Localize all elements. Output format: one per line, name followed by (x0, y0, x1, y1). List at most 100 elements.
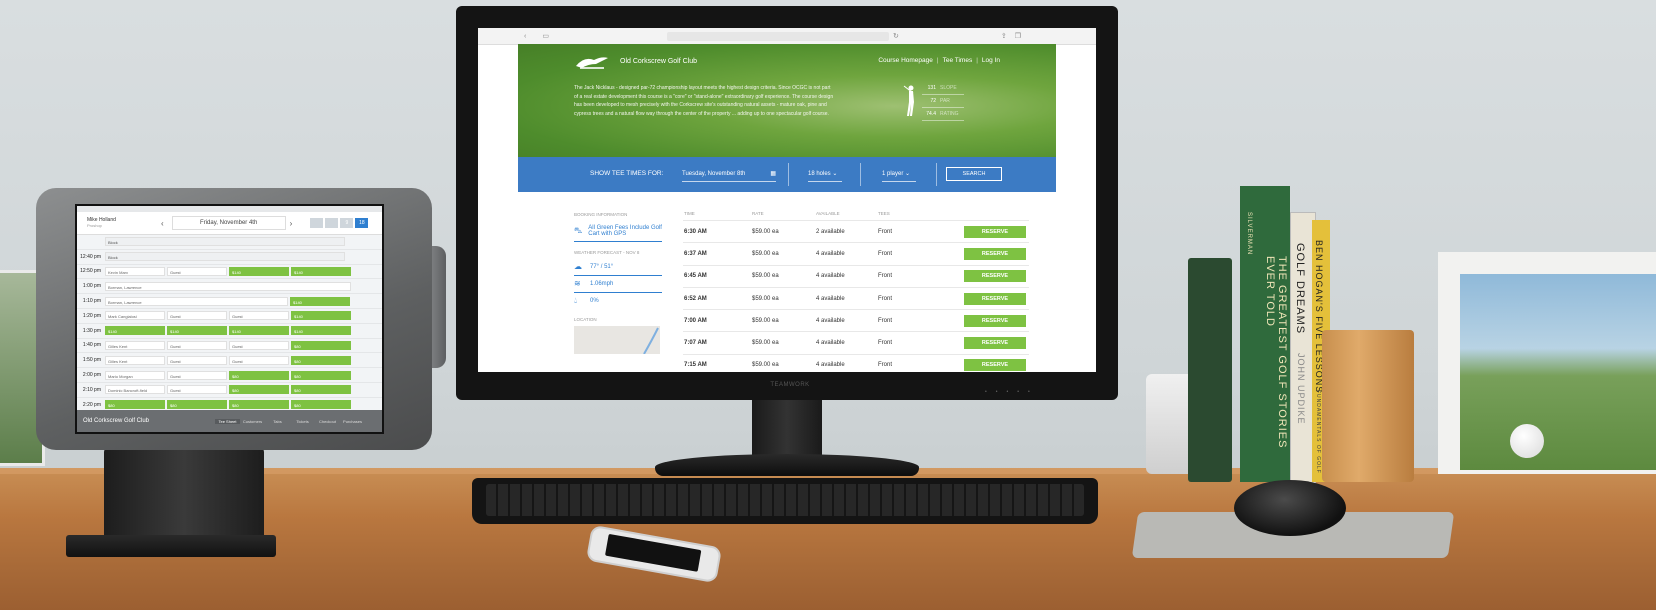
seg-1[interactable] (310, 218, 324, 228)
cell-time: 7:15 AM (683, 353, 751, 372)
reserve-button[interactable]: RESERVE (964, 225, 1026, 238)
tab-tickets[interactable]: Tickets (290, 419, 315, 424)
tabs-icon[interactable]: ❐ (1015, 32, 1021, 40)
tab-purchases[interactable]: Purchases (340, 419, 365, 424)
tab-tabs[interactable]: Tabs (265, 419, 290, 424)
divider (860, 163, 861, 186)
prev-day-icon[interactable]: ‹ (161, 219, 164, 228)
open-slot-price[interactable]: $80 (291, 340, 351, 350)
booking-slot[interactable]: Guest (167, 311, 227, 321)
booking-slot[interactable]: Mario Morgan (105, 370, 165, 380)
open-slot-price[interactable]: $80 (291, 400, 351, 410)
open-slot-price[interactable]: $140 (291, 311, 351, 321)
booking-slot[interactable]: Mark Cangialosi (105, 311, 165, 321)
share-icon[interactable]: ⇪ (1001, 32, 1007, 40)
holes-select[interactable]: 18 holes ⌄ (808, 167, 842, 182)
address-bar[interactable] (666, 31, 889, 41)
search-label: SHOW TEE TIMES FOR: (590, 170, 664, 177)
reserve-button[interactable]: RESERVE (964, 270, 1026, 283)
open-slot-price[interactable]: $140 (291, 326, 351, 336)
open-slot-price[interactable]: $140 (105, 326, 165, 336)
booking-slot[interactable]: Gilles Kent (105, 355, 165, 365)
booking-slot[interactable]: Kevin Marx (105, 266, 165, 276)
tab-customers[interactable]: Customers (240, 419, 265, 424)
open-slot-price[interactable]: $140 (229, 326, 289, 336)
booking-slot[interactable]: Dominic Bancroft-field (105, 385, 165, 395)
players-select[interactable]: 1 player ⌄ (882, 167, 916, 182)
open-slot-price[interactable]: $80 (167, 400, 227, 410)
open-slot-price[interactable]: $80 (229, 370, 289, 380)
seg-9-holes[interactable]: 9 (340, 218, 354, 228)
cell-action: RESERVE (963, 242, 1029, 266)
booking-slot[interactable]: Guest (167, 266, 227, 276)
cell-tees: Front (877, 219, 963, 243)
open-slot-price[interactable]: $80 (291, 355, 351, 365)
reload-icon[interactable]: ↻ (893, 32, 899, 40)
cell-rate: $59.00 ea (751, 331, 815, 355)
booking-slot[interactable]: Borman, Lawrence (105, 281, 351, 291)
reserve-button[interactable]: RESERVE (964, 359, 1026, 372)
tab-checkout[interactable]: Checkout (315, 419, 340, 424)
tablet-header: Mike Holland Proshop ‹ Friday, November … (77, 212, 382, 235)
open-slot-price[interactable]: $140 (167, 326, 227, 336)
pen-holder (1322, 330, 1414, 482)
nav-tee-times[interactable]: Tee Times (943, 57, 973, 64)
nav-log-in[interactable]: Log In (982, 57, 1000, 64)
cell-time: 7:00 AM (683, 309, 751, 332)
date-field[interactable]: Tuesday, November 8th ▦ (682, 167, 776, 182)
reserve-button[interactable]: RESERVE (964, 247, 1026, 260)
cell-available: 4 available (815, 353, 877, 372)
tee-time-label: 1:30 pm (82, 327, 101, 334)
seg-2[interactable] (325, 218, 339, 228)
booking-slot[interactable]: Guest (167, 370, 227, 380)
booking-slot[interactable]: Guest (229, 311, 289, 321)
open-slot-price[interactable]: $140 (229, 266, 289, 276)
next-day-icon[interactable]: › (290, 219, 293, 228)
tablet-user[interactable]: Mike Holland Proshop (77, 217, 161, 229)
booking-slot[interactable]: Guest (229, 355, 289, 365)
table-row: 7:15 AM $59.00 ea 4 available Front RESERVE (683, 353, 1029, 372)
open-slot-price[interactable]: $80 (229, 400, 289, 410)
booking-slot[interactable]: Guest (229, 340, 289, 350)
booking-slot[interactable]: Guest (167, 385, 227, 395)
nav-separator: | (976, 57, 978, 64)
table-row: 6:37 AM $59.00 ea 4 available Front RESERVE (683, 242, 1029, 266)
search-button[interactable]: SEARCH (946, 167, 1002, 181)
chevron-down-icon: ⌄ (905, 171, 911, 177)
reserve-button[interactable]: RESERVE (964, 314, 1026, 327)
open-slot-price[interactable]: $80 (291, 385, 351, 395)
tee-sheet-row: 1:30 pm $140 $140 $140 $140 (77, 324, 382, 339)
back-icon[interactable]: ‹ (524, 33, 526, 40)
tablet-view-toggle[interactable]: 9 18 (310, 218, 369, 228)
reserve-button[interactable]: RESERVE (964, 337, 1026, 350)
tee-sheet-row: 1:20 pm Mark Cangialosi Guest Guest $140 (77, 309, 382, 324)
top-nav: Course Homepage | Tee Times | Log In (878, 57, 1000, 64)
seg-18-holes[interactable]: 18 (355, 218, 369, 228)
calendar-icon[interactable]: ▦ (770, 167, 776, 181)
sidebar-icon[interactable]: ▭ (542, 32, 549, 40)
booking-slot[interactable]: Guest (167, 340, 227, 350)
cell-tees: Front (877, 264, 963, 288)
booking-slot[interactable]: Gilles Kent (105, 340, 165, 350)
open-slot-price[interactable]: $80 (105, 400, 165, 410)
tee-time-label: 2:10 pm (82, 386, 101, 393)
tab-tee-sheet[interactable]: Tee Sheet (215, 418, 240, 424)
reserve-button[interactable]: RESERVE (964, 292, 1026, 305)
booking-slot[interactable]: Borman, Lawrence (105, 296, 288, 306)
booking-slot[interactable]: Block (105, 237, 345, 247)
monitor-buttons[interactable]: ••••• (985, 389, 1039, 395)
club-name[interactable]: Old Corkscrew Golf Club (620, 58, 697, 65)
location-header: LOCATION (574, 317, 597, 322)
open-slot-price[interactable]: $80 (229, 385, 289, 395)
booking-slot[interactable]: Guest (167, 355, 227, 365)
club-logo-icon[interactable] (574, 54, 610, 72)
location-map[interactable] (574, 326, 660, 355)
photo-child-golf (1460, 274, 1656, 470)
tablet-date-picker[interactable]: Friday, November 4th (171, 216, 286, 230)
open-slot-price[interactable]: $140 (290, 296, 350, 306)
open-slot-price[interactable]: $140 (291, 266, 351, 276)
open-slot-price[interactable]: $80 (291, 370, 351, 380)
booking-slot[interactable]: Block (105, 252, 345, 262)
nav-separator: | (936, 57, 939, 64)
nav-course-homepage[interactable]: Course Homepage (878, 57, 933, 64)
